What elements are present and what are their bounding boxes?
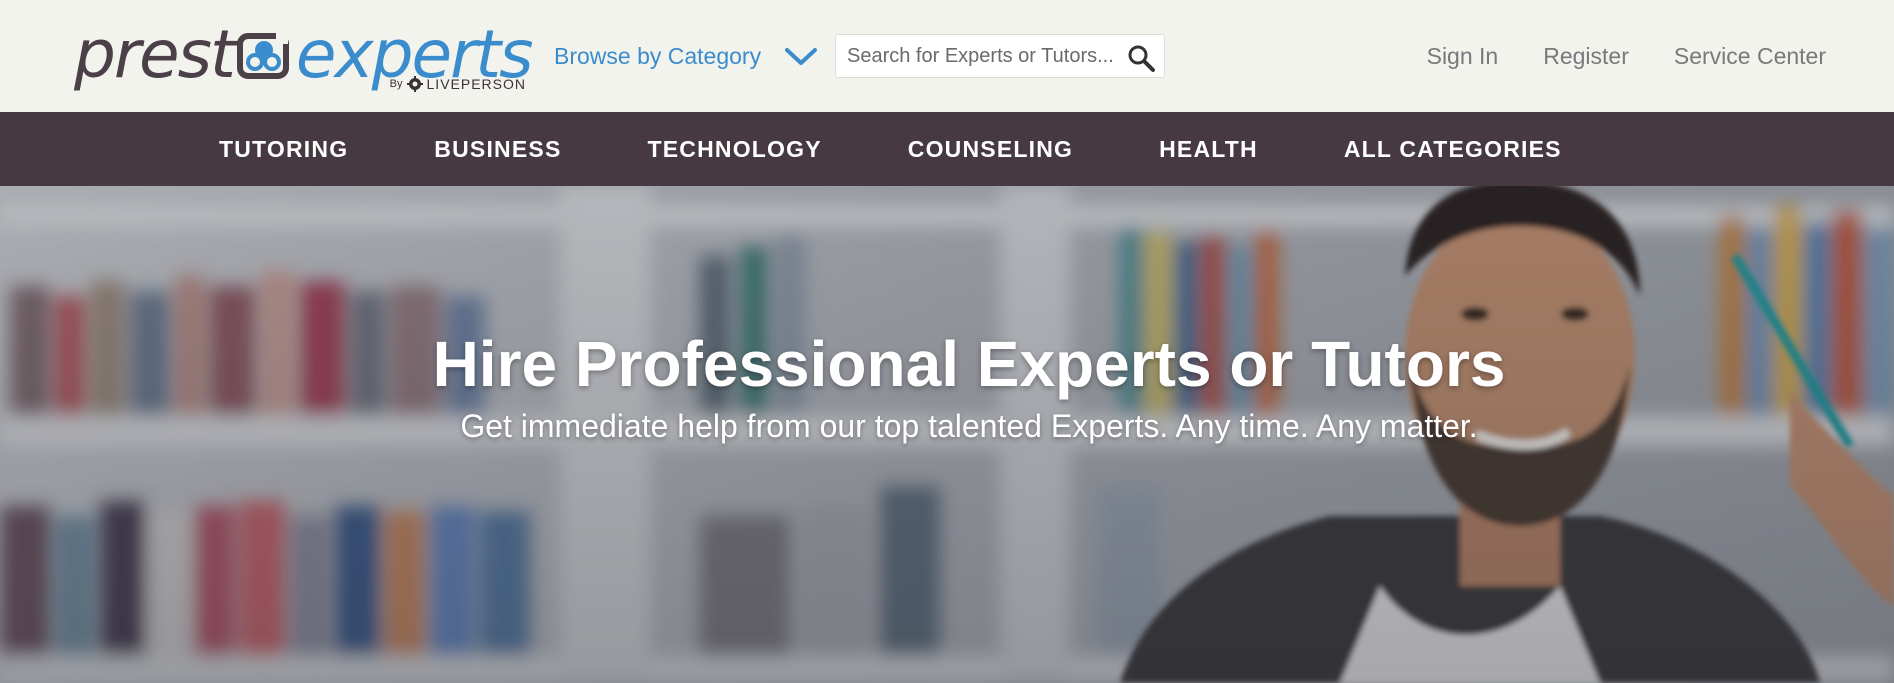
search-icon[interactable] [1126, 43, 1156, 73]
nav-item-health[interactable]: HEALTH [1159, 136, 1258, 163]
browse-by-category-dropdown[interactable]: Browse by Category [554, 40, 819, 72]
sign-in-link[interactable]: Sign In [1427, 43, 1499, 70]
site-header: prest experts By LIVEPERSON Browse by Ca… [0, 0, 1894, 112]
hero-banner: Hire Professional Experts or Tutors Get … [0, 186, 1894, 683]
hero-title: Hire Professional Experts or Tutors [432, 328, 1506, 400]
chevron-down-icon [785, 48, 818, 65]
search-box [835, 34, 1165, 78]
account-links: Sign In Register Service Center [1427, 40, 1826, 72]
logo-partner-text: LIVEPERSON [426, 76, 526, 92]
service-center-link[interactable]: Service Center [1674, 43, 1826, 70]
category-nav-bar: TUTORING BUSINESS TECHNOLOGY COUNSELING … [0, 112, 1894, 186]
hero-subtitle: Get immediate help from our top talented… [460, 408, 1478, 444]
category-nav-items: TUTORING BUSINESS TECHNOLOGY COUNSELING … [219, 112, 1562, 186]
nav-item-technology[interactable]: TECHNOLOGY [647, 136, 821, 163]
nav-item-business[interactable]: BUSINESS [434, 136, 561, 163]
browse-by-category-label: Browse by Category [554, 42, 762, 69]
glasses-mascot-icon [236, 32, 289, 79]
register-link[interactable]: Register [1543, 43, 1629, 70]
nav-item-counseling[interactable]: COUNSELING [908, 136, 1073, 163]
logo-text-prest: prest [74, 16, 236, 93]
prestoexperts-logo[interactable]: prest experts By LIVEPERSON [74, 16, 533, 96]
logo-byline: By LIVEPERSON [390, 76, 526, 92]
nav-item-all-categories[interactable]: ALL CATEGORIES [1344, 136, 1562, 163]
search-input[interactable] [836, 36, 1116, 76]
logo-by-text: By [389, 78, 403, 90]
nav-item-tutoring[interactable]: TUTORING [219, 136, 348, 163]
liveperson-gear-icon [406, 76, 423, 92]
